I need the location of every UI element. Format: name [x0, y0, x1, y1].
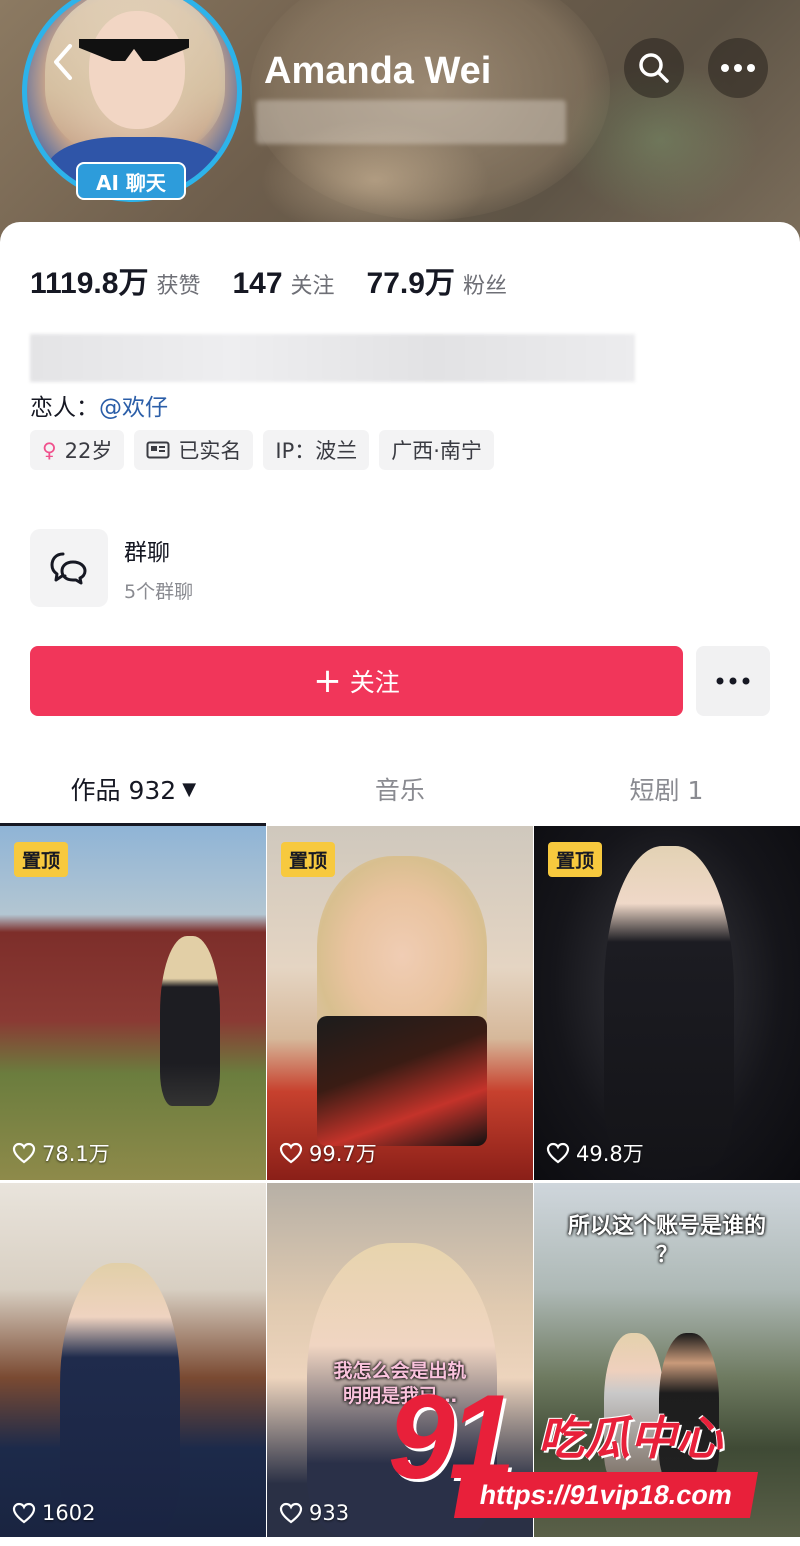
tab-works[interactable]: 作品 932 ▼: [0, 752, 267, 826]
pinned-badge: 置顶: [14, 842, 69, 877]
thumbnail-figure: [604, 846, 734, 1166]
video-likes: 933: [279, 1501, 349, 1525]
back-button[interactable]: [40, 42, 86, 88]
follow-button-label: 关注: [349, 668, 400, 697]
video-likes: 1602: [12, 1501, 95, 1525]
blurred-bio: [30, 334, 635, 382]
follow-more-button[interactable]: [696, 646, 770, 716]
id-card-icon: [146, 441, 170, 459]
tab-short-drama[interactable]: 短剧 1: [533, 752, 800, 826]
video-thumbnail[interactable]: 置顶 49.8万: [534, 826, 800, 1180]
pinned-badge: 置顶: [548, 842, 603, 877]
site-watermark: 91 吃瓜中心 https://91vip18.com: [388, 1368, 788, 1538]
profile-sheet: 1119.8万 获赞 147 关注 77.9万 粉丝 恋人：@欢仔 ♀ 22岁 …: [0, 222, 800, 1546]
lover-mention-link[interactable]: @欢仔: [99, 395, 168, 421]
likes-count[interactable]: 1119.8万: [30, 258, 148, 302]
heart-icon: [546, 1142, 570, 1164]
lover-line: 恋人：@欢仔: [30, 388, 168, 422]
video-thumbnail[interactable]: 置顶 78.1万: [0, 826, 266, 1180]
location-tag-text: 广西·南宁: [391, 439, 482, 463]
video-likes: 99.7万: [279, 1138, 377, 1168]
blurred-user-id: [256, 100, 566, 144]
thumbnail-noodle-pack: [317, 1016, 487, 1146]
group-chat-icon-box: [30, 529, 108, 607]
heart-icon: [279, 1142, 303, 1164]
video-likes: 49.8万: [546, 1138, 644, 1168]
more-dots-icon: [721, 64, 755, 72]
group-chat-text: 群聊 5个群聊: [124, 533, 193, 604]
following-count[interactable]: 147: [232, 267, 282, 301]
tab-music[interactable]: 音乐: [267, 752, 534, 826]
ai-chat-badge[interactable]: AI 聊天: [76, 162, 186, 200]
verified-tag: 已实名: [134, 430, 254, 470]
more-dots-icon: [716, 677, 750, 685]
video-likes: 78.1万: [12, 1138, 110, 1168]
video-likes-count: 933: [309, 1501, 350, 1525]
video-thumbnail[interactable]: 置顶 99.7万: [267, 826, 533, 1180]
group-chat-title: 群聊: [124, 539, 170, 566]
group-chat-icon: [50, 552, 87, 585]
video-thumbnail[interactable]: 1602: [0, 1183, 266, 1537]
watermark-url: https://91vip18.com: [453, 1472, 759, 1518]
search-icon: [639, 53, 669, 83]
heart-icon: [279, 1502, 303, 1524]
group-chat-count: 5个群聊: [124, 580, 194, 603]
caret-down-icon: ▼: [182, 778, 197, 800]
video-caption: 所以这个账号是谁的 ？: [567, 1214, 766, 1268]
profile-header: AI 聊天 Amanda Wei: [0, 0, 800, 260]
heart-icon: [12, 1502, 36, 1524]
thumbnail-figure: [160, 936, 220, 1106]
age-tag-text: 22岁: [64, 439, 113, 463]
likes-label: 获赞: [156, 274, 201, 299]
video-likes-count: 99.7万: [309, 1142, 377, 1166]
ip-tag: IP：波兰: [263, 430, 370, 470]
stats-row: 1119.8万 获赞 147 关注 77.9万 粉丝: [30, 258, 539, 302]
lover-label: 恋人：: [30, 395, 99, 421]
following-label: 关注: [290, 274, 335, 299]
thumbnail-figure: [60, 1263, 180, 1533]
tab-music-label: 音乐: [374, 776, 425, 805]
group-chat-entry[interactable]: 群聊 5个群聊: [30, 528, 530, 608]
follow-button[interactable]: + 关注: [30, 646, 683, 716]
profile-name: Amanda Wei: [264, 50, 492, 92]
video-likes-count: 1602: [42, 1501, 96, 1525]
more-button[interactable]: [708, 38, 768, 98]
age-tag: ♀ 22岁: [30, 430, 125, 470]
heart-icon: [12, 1142, 36, 1164]
tab-works-label: 作品 932: [70, 776, 177, 805]
plus-icon: +: [313, 661, 342, 701]
verified-tag-text: 已实名: [178, 439, 242, 463]
avatar-face: [89, 11, 185, 129]
female-icon: ♀: [42, 438, 57, 462]
tab-short-drama-label: 短剧 1: [629, 776, 704, 805]
followers-count[interactable]: 77.9万: [367, 258, 455, 302]
search-button[interactable]: [624, 38, 684, 98]
chevron-left-icon: [54, 44, 72, 80]
video-likes-count: 49.8万: [576, 1142, 644, 1166]
profile-tags: ♀ 22岁 已实名 IP：波兰 广西·南宁: [30, 430, 494, 470]
video-likes-count: 78.1万: [42, 1142, 110, 1166]
location-tag: 广西·南宁: [379, 430, 494, 470]
ip-tag-text: IP：波兰: [275, 439, 358, 463]
content-tabs: 作品 932 ▼ 音乐 短剧 1: [0, 752, 800, 826]
pinned-badge: 置顶: [281, 842, 336, 877]
watermark-text: 吃瓜中心: [538, 1411, 722, 1465]
followers-label: 粉丝: [462, 274, 507, 299]
